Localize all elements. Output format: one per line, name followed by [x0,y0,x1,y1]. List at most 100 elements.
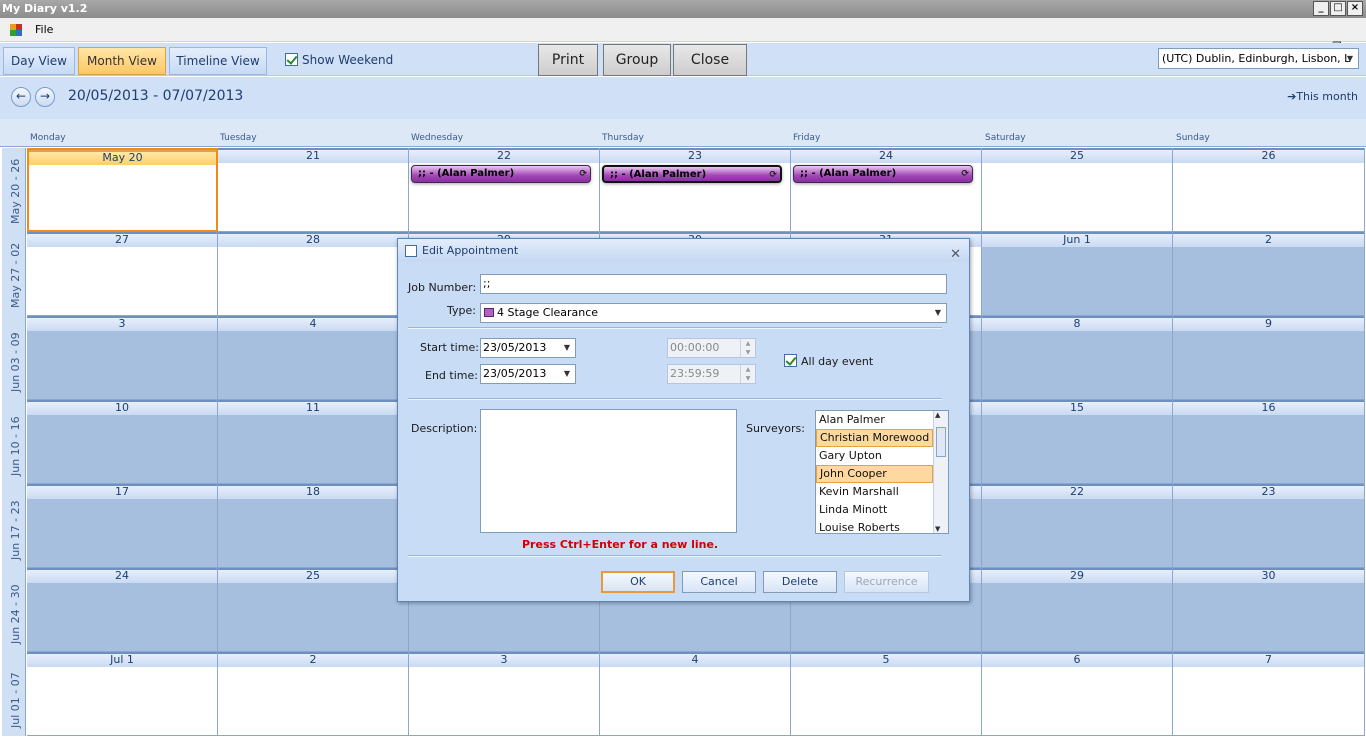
delete-button[interactable]: Delete [763,571,837,593]
minimize-button[interactable]: _ [1313,1,1329,16]
day-view-button[interactable]: Day View [3,47,75,75]
type-select[interactable]: 4 Stage Clearance ▼ [480,303,947,323]
day-header: Saturday [985,133,1026,143]
cancel-button[interactable]: Cancel [682,571,756,593]
print-button[interactable]: Print [538,44,598,76]
list-item[interactable]: John Cooper [816,465,933,483]
day-cell-date: 4 [218,316,408,331]
appointment[interactable]: ;; - (Alan Palmer) ⟳ [602,165,782,183]
day-cell[interactable]: 9 [1173,316,1365,400]
show-weekend-checkbox[interactable]: Show Weekend [285,53,393,67]
day-cell[interactable]: 23 [1173,484,1365,568]
appointment[interactable]: ;; - (Alan Palmer) ⟳ [793,165,973,183]
day-cell[interactable]: 18 [218,484,409,568]
menu-file[interactable]: File [35,23,53,36]
close-icon[interactable]: ✕ [950,243,961,266]
day-cell[interactable]: 22 [982,484,1173,568]
menu-bar: File _ ❐ ✕ [0,18,1366,53]
day-cell[interactable]: 17 [27,484,218,568]
end-time-spinner[interactable]: 23:59:59 ▲ ▼ [667,364,756,384]
day-cell[interactable]: 24 [791,148,982,232]
month-view-button[interactable]: Month View [78,47,166,75]
previous-arrow-icon[interactable]: ← [11,87,31,107]
week-row: May 20 - 26 May 20 21 22 23 24 25 26 [0,148,1366,232]
week-label-text: Jun 24 - 30 [9,584,22,644]
day-cell[interactable]: 23 [600,148,791,232]
day-cell[interactable]: 7 [1173,652,1365,736]
end-date-value: 23/05/2013 [483,367,547,380]
week-label-text: Jul 01 - 07 [9,672,22,728]
day-cell[interactable]: 28 [218,232,409,316]
surveyors-scrollbar[interactable]: ▲ ▼ [933,411,948,533]
list-item[interactable]: Linda Minott [816,501,933,519]
week-label-text: Jun 03 - 09 [9,332,22,392]
day-cell[interactable]: 2 [218,652,409,736]
timeline-view-button[interactable]: Timeline View [169,47,267,75]
list-item[interactable]: Alan Palmer [816,411,933,429]
chevron-down-icon: ▼ [563,343,571,352]
day-cell[interactable]: 4 [218,316,409,400]
day-cell[interactable]: 5 [791,652,982,736]
day-cell[interactable]: 21 [218,148,409,232]
job-number-input[interactable]: ;; [480,274,947,294]
day-cell[interactable]: 3 [409,652,600,736]
day-cell[interactable]: 24 [27,568,218,652]
week-label: Jun 03 - 09 [2,316,26,400]
list-item[interactable]: Louise Roberts [816,519,933,533]
day-cell[interactable]: 6 [982,652,1173,736]
group-button[interactable]: Group [603,44,671,76]
day-cell-date: 24 [791,148,981,163]
start-time-spinner[interactable]: 00:00:00 ▲ ▼ [667,338,756,358]
day-cell[interactable]: 16 [1173,400,1365,484]
day-cell[interactable]: 3 [27,316,218,400]
scroll-up-icon[interactable]: ▲ [935,411,940,419]
day-cell[interactable]: 30 [1173,568,1365,652]
day-cell[interactable]: 4 [600,652,791,736]
end-date-picker[interactable]: 23/05/2013 ▼ [480,364,576,384]
day-cell[interactable]: 2 [1173,232,1365,316]
day-cell-date: Jul 1 [27,652,217,667]
day-cell[interactable]: Jun 1 [982,232,1173,316]
day-cell[interactable]: Jul 1 [27,652,218,736]
day-cell[interactable]: May 20 [27,148,218,232]
day-cell[interactable]: 27 [27,232,218,316]
day-cell[interactable]: 29 [982,568,1173,652]
day-cell[interactable]: 11 [218,400,409,484]
appointment[interactable]: ;; - (Alan Palmer) ⟳ [411,165,591,183]
week-label: May 20 - 26 [2,148,26,232]
list-item[interactable]: Christian Morewood [816,429,933,447]
maximize-button[interactable]: □ [1330,1,1346,16]
day-cell[interactable]: 25 [982,148,1173,232]
day-cell[interactable]: 10 [27,400,218,484]
new-line-hint: Press Ctrl+Enter for a new line. [522,538,719,551]
close-window-button[interactable]: × [1347,1,1363,16]
close-button[interactable]: Close [673,44,747,76]
day-cell[interactable]: 22 [409,148,600,232]
navigation-bar: ← → 20/05/2013 - 07/07/2013 ➔This month [0,77,1366,119]
scroll-thumb[interactable] [936,427,946,457]
ok-button[interactable]: OK [601,571,675,593]
timezone-select[interactable]: (UTC) Dublin, Edinburgh, Lisbon, L ▼ [1158,48,1359,69]
day-cell[interactable]: 15 [982,400,1173,484]
day-cell[interactable]: 8 [982,316,1173,400]
arrow-right-icon: ➔ [1287,90,1297,103]
day-header: Thursday [602,133,644,143]
recurrence-button[interactable]: Recurrence [844,571,929,593]
all-day-checkbox[interactable]: All day event [784,354,873,368]
spinner-arrows-icon: ▲ ▼ [740,365,755,383]
surveyors-list[interactable]: Alan Palmer Christian Morewood Gary Upto… [815,410,949,534]
start-date-picker[interactable]: 23/05/2013 ▼ [480,338,576,358]
day-cell-date: May 20 [29,150,216,165]
end-time-label: End time: [425,369,478,382]
list-item[interactable]: Kevin Marshall [816,483,933,501]
this-month-link[interactable]: ➔This month [1287,90,1358,103]
description-textarea[interactable] [480,409,737,533]
scroll-down-icon[interactable]: ▼ [935,525,940,533]
next-arrow-icon[interactable]: → [35,87,55,107]
day-cell[interactable]: 26 [1173,148,1365,232]
list-item[interactable]: Gary Upton [816,447,933,465]
day-cell-date: 8 [982,316,1172,331]
day-cell-date: 23 [600,148,790,163]
day-cell[interactable]: 25 [218,568,409,652]
week-label-text: Jun 10 - 16 [9,416,22,476]
